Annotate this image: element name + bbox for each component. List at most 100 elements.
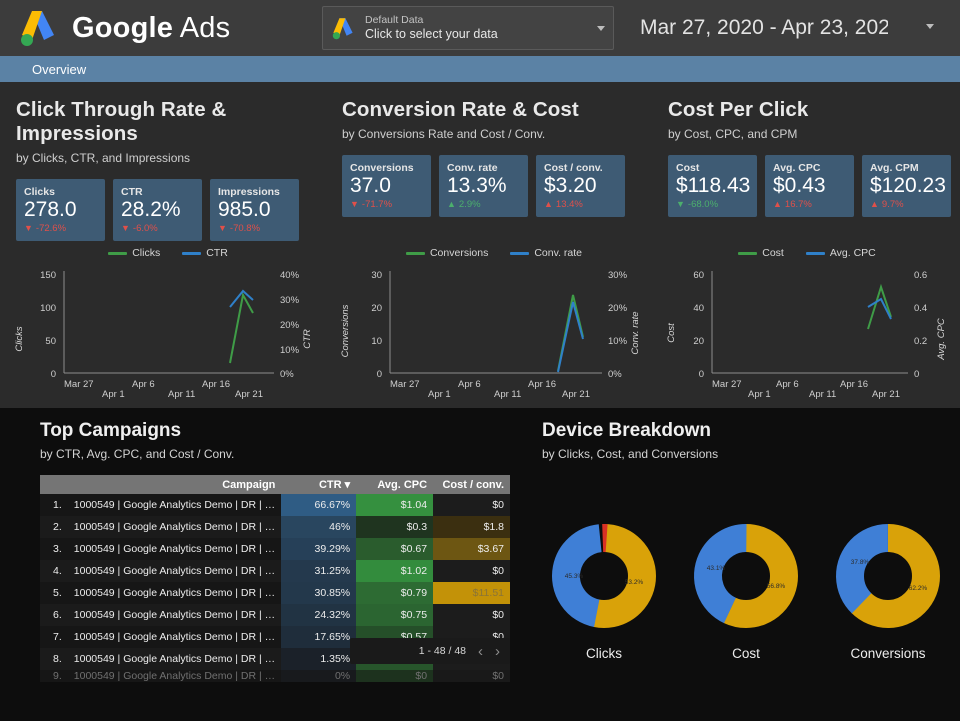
column-header-campaign[interactable]: Campaign [67, 475, 282, 494]
scorecard-delta-value: -72.6% [35, 223, 67, 235]
scorecard-group: Cost $118.43 ▼ -68.0% Avg. CPC $0.43 ▲ 1… [668, 155, 960, 217]
donut-chart-group: 45.3% 53.2% Clicks 43.1% 56.8% Cost 37.8… [542, 521, 952, 661]
column-header-avg-cpc[interactable]: Avg. CPC [356, 475, 434, 494]
panel-title: Top Campaigns [40, 420, 182, 441]
cell-rank: 2. [53, 521, 62, 533]
x-tick: Apr 6 [458, 379, 481, 390]
tab-overview[interactable]: Overview [32, 62, 86, 77]
cell-rank: 5. [53, 587, 62, 599]
donut-caption: Clicks [586, 646, 622, 661]
scorecard-delta-value: -71.7% [361, 199, 393, 211]
scorecard-ctr[interactable]: CTR 28.2% ▼ -6.0% [113, 179, 202, 241]
scorecard-delta: ▼ -68.0% [676, 199, 749, 210]
legend-label: Clicks [132, 247, 161, 259]
sort-descending-icon[interactable]: ▾ [345, 479, 351, 491]
data-source-selector[interactable]: Default Data Click to select your data [322, 6, 614, 50]
y2-tick: 10% [280, 345, 300, 356]
x-tick: Apr 11 [168, 389, 195, 400]
table-row[interactable]: 5. 1000549 | Google Analytics Demo | DR … [40, 582, 510, 604]
legend-swatch-icon [182, 251, 202, 255]
column-header-cost-conv[interactable]: Cost / conv. [433, 475, 510, 494]
y2-tick: 30% [608, 270, 628, 281]
donut-chart-cost[interactable]: 43.1% 56.8% Cost [684, 521, 808, 661]
cell-campaign: 1000549 | Google Analytics Demo | DR | m… [73, 565, 282, 577]
section-title: Click Through Rate & Impressions [16, 98, 227, 145]
scorecard-delta-value: 9.7% [881, 199, 904, 211]
chart-canvas: Conversions Conv. rate 30 20 10 0 30% 20… [340, 270, 641, 400]
table-row[interactable]: 9. 1000549 | Google Analytics Demo | DR … [40, 670, 510, 682]
scorecard-impressions[interactable]: Impressions 985.0 ▼ -70.8% [210, 179, 299, 241]
x-tick: Apr 16 [840, 379, 868, 390]
legend-item-avg-cpc: Avg. CPC [805, 247, 876, 259]
chart-canvas: Clicks CTR 150 100 50 0 40% 30% 20% 10% … [14, 270, 313, 400]
scorecard-value: $3.20 [544, 174, 597, 197]
date-range-selector[interactable]: Mar 27, 2020 - Apr 23, 2020 [640, 10, 888, 46]
y-axis-title: Cost [666, 323, 677, 343]
cell-ctr: 1.35% [281, 648, 357, 670]
section-title: Cost Per Click [668, 98, 809, 121]
cell-ctr: 0% [281, 670, 357, 682]
arrow-down-icon: ▼ [24, 223, 33, 234]
scorecard-cost[interactable]: Cost $118.43 ▼ -68.0% [668, 155, 757, 217]
y-tick: 0 [699, 369, 704, 380]
scorecard-conv-rate[interactable]: Conv. rate 13.3% ▲ 2.9% [439, 155, 528, 217]
chart-legend: Conversions Conv. rate [336, 247, 652, 259]
brand-title: Google Ads [72, 12, 230, 45]
data-source-subtitle: Click to select your data [365, 26, 498, 41]
scorecard-avg-cpm[interactable]: Avg. CPM $120.23 ▲ 9.7% [862, 155, 951, 217]
chart-clicks-ctr[interactable]: Clicks CTR Clicks CTR 150 100 50 0 40% 3… [0, 247, 326, 406]
legend-label: Conv. rate [534, 247, 583, 259]
chart-conversions-conv-rate[interactable]: Conversions Conv. rate Conversions Conv.… [326, 247, 652, 406]
scorecard-avg-cpc[interactable]: Avg. CPC $0.43 ▲ 16.7% [765, 155, 854, 217]
legend-item-cost: Cost [738, 247, 784, 259]
scorecard-label: Cost / conv. [544, 162, 603, 174]
legend-swatch-icon [738, 251, 758, 255]
brand-bold: Google [72, 11, 174, 44]
chevron-down-icon[interactable] [926, 24, 934, 29]
y-tick: 10 [371, 336, 382, 347]
x-tick: Apr 6 [132, 379, 155, 390]
arrow-down-icon: ▼ [676, 199, 685, 210]
panel-subtitle: by Clicks, Cost, and Conversions [542, 447, 719, 461]
scorecard-conversions[interactable]: Conversions 37.0 ▼ -71.7% [342, 155, 431, 217]
y2-tick: 20% [280, 320, 300, 331]
scorecard-clicks[interactable]: Clicks 278.0 ▼ -72.6% [16, 179, 105, 241]
scorecard-value: $118.43 [676, 174, 751, 197]
legend-swatch-icon [510, 251, 530, 255]
slice-label: 62.2% [909, 585, 928, 592]
y2-axis-title: Conv. rate [630, 311, 641, 354]
table-row[interactable]: 4. 1000549 | Google Analytics Demo | DR … [40, 560, 510, 582]
y-tick: 50 [45, 336, 56, 347]
donut-chart-conversions[interactable]: 37.8% 62.2% Conversions [826, 521, 950, 661]
chevron-right-icon[interactable]: › [495, 643, 500, 660]
donut-chart-clicks[interactable]: 45.3% 53.2% Clicks [542, 521, 666, 661]
arrow-up-icon: ▲ [870, 199, 879, 210]
y2-tick: 0% [280, 369, 294, 380]
y-tick: 0 [377, 369, 382, 380]
scorecard-group: Clicks 278.0 ▼ -72.6% CTR 28.2% ▼ -6.0% [16, 179, 326, 241]
cell-cost-conv: $0 [433, 604, 510, 626]
x-tick: Apr 1 [748, 389, 771, 400]
table-row[interactable]: 2. 1000549 | Google Analytics Demo | DR … [40, 516, 510, 538]
chevron-left-icon[interactable]: ‹ [478, 643, 483, 660]
column-header-rank[interactable] [40, 475, 68, 494]
cell-campaign: 1000549 | Google Analytics Demo | DR | m… [73, 631, 282, 643]
y2-axis-title: CTR [302, 329, 313, 349]
table-row[interactable]: 6. 1000549 | Google Analytics Demo | DR … [40, 604, 510, 626]
metrics-band: Click Through Rate & Impressions by Clic… [0, 82, 960, 408]
chart-cost-avg-cpc[interactable]: Cost Avg. CPC Cost Avg. CPC 60 40 20 0 0… [652, 247, 952, 406]
table-row[interactable]: 3. 1000549 | Google Analytics Demo | DR … [40, 538, 510, 560]
trend-charts-row: Clicks CTR Clicks CTR 150 100 50 0 40% 3… [0, 247, 960, 406]
y-tick: 100 [40, 303, 56, 314]
column-header-ctr[interactable]: CTR ▾ [281, 475, 357, 494]
chevron-down-icon[interactable] [597, 25, 605, 31]
cell-rank: 8. [53, 653, 62, 665]
scorecard-delta: ▼ -72.6% [24, 223, 97, 234]
x-tick: Apr 11 [494, 389, 521, 400]
y2-tick: 0% [608, 369, 622, 380]
cell-rank: 6. [53, 609, 62, 621]
scorecard-cost-per-conv[interactable]: Cost / conv. $3.20 ▲ 13.4% [536, 155, 625, 217]
table-row[interactable]: 1. 1000549 | Google Analytics Demo | DR … [40, 494, 510, 516]
cell-cost-conv: $1.8 [433, 516, 510, 538]
scorecard-value: $0.43 [773, 174, 826, 197]
